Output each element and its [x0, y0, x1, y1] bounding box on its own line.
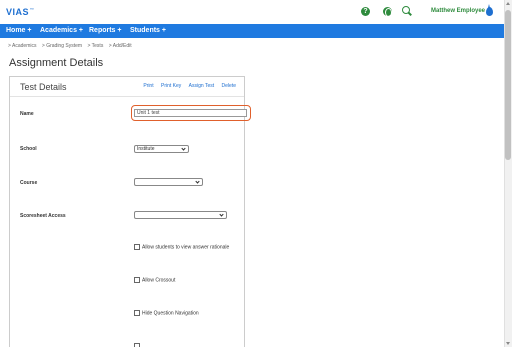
breadcrumb-grading-system[interactable]: > Grading System — [42, 43, 82, 49]
main-nav: Home + Academics + Reports + Students + — [0, 24, 504, 38]
rationale-checkbox[interactable] — [134, 244, 140, 250]
crossout-checkbox[interactable] — [134, 277, 140, 283]
page-title: Assignment Details — [9, 57, 104, 69]
nav-academics[interactable]: Academics + — [40, 27, 83, 34]
partial-checkbox[interactable] — [134, 343, 140, 347]
crossout-label: Allow Crossout — [142, 277, 176, 284]
test-details-panel: Test Details Print Print Key Assign Test… — [9, 76, 251, 347]
print-link[interactable]: Print — [143, 83, 153, 89]
breadcrumb-academics[interactable]: > Academics — [8, 43, 37, 49]
school-select-value: Institute — [137, 146, 155, 152]
vias-logo[interactable]: VIAS™ — [6, 7, 35, 17]
delete-link[interactable]: Delete — [222, 83, 236, 89]
nav-students[interactable]: Students + — [130, 27, 166, 34]
panel-divider — [10, 96, 244, 97]
breadcrumb-add-edit: > Add/Edit — [108, 43, 132, 49]
chevron-down-icon — [219, 212, 224, 217]
breadcrumb: > Academics > Grading System > Tests > A… — [8, 43, 136, 49]
chevron-down-icon — [195, 179, 200, 184]
nav-reports[interactable]: Reports + — [89, 27, 121, 34]
hide-nav-label: Hide Question Navigation — [142, 310, 199, 317]
school-select[interactable]: Institute — [134, 145, 189, 153]
course-select[interactable] — [134, 178, 203, 186]
scoresheet-select[interactable] — [134, 211, 227, 219]
checkbox-row-rationale[interactable]: Allow students to view answer rationale — [134, 244, 229, 250]
checkbox-row-crossout[interactable]: Allow Crossout — [134, 277, 175, 283]
breadcrumb-tests[interactable]: > Tests — [87, 43, 103, 49]
panel-title: Test Details — [20, 82, 67, 92]
search-icon[interactable] — [402, 6, 412, 16]
checkbox-row-partial[interactable] — [134, 343, 142, 347]
name-input[interactable] — [134, 109, 247, 117]
top-header: VIAS™ ? Matthew Employee — [0, 0, 504, 24]
drop-icon[interactable] — [486, 4, 493, 16]
course-label: Course — [20, 180, 38, 186]
page-scrollbar[interactable] — [504, 0, 512, 347]
checkbox-row-hide-nav[interactable]: Hide Question Navigation — [134, 310, 199, 316]
panel-actions: Print Print Key Assign Test Delete — [137, 83, 236, 89]
user-name[interactable]: Matthew Employee — [431, 8, 485, 14]
name-label: Name — [20, 111, 34, 117]
globe-icon[interactable] — [383, 7, 392, 17]
print-key-link[interactable]: Print Key — [161, 83, 181, 89]
school-label: School — [20, 146, 37, 152]
scroll-thumb[interactable] — [505, 10, 511, 160]
scroll-down-arrow-icon[interactable] — [506, 342, 510, 345]
chevron-down-icon — [181, 146, 186, 151]
scoresheet-label: Scoresheet Access — [20, 213, 66, 219]
assign-test-link[interactable]: Assign Test — [189, 83, 214, 89]
nav-home[interactable]: Home + — [6, 27, 31, 34]
rationale-label: Allow students to view answer rationale — [142, 244, 230, 251]
hide-nav-checkbox[interactable] — [134, 310, 140, 316]
scroll-up-arrow-icon[interactable] — [506, 2, 510, 5]
help-icon[interactable]: ? — [361, 7, 370, 16]
